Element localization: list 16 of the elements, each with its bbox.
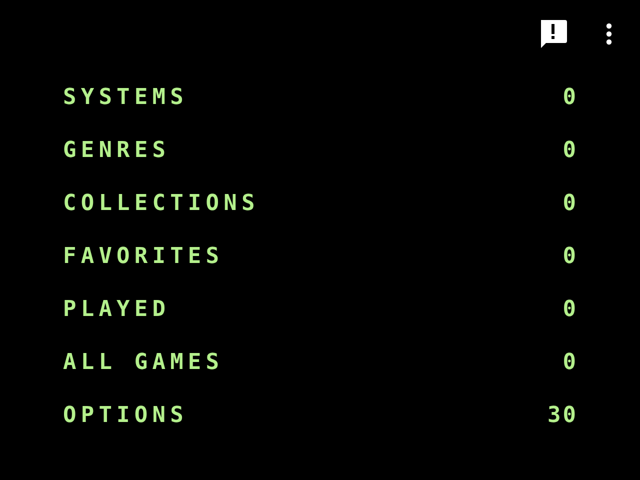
menu-item[interactable]: FAVORITES bbox=[63, 244, 224, 268]
item-count: 0 bbox=[562, 298, 578, 322]
item-count: 0 bbox=[562, 86, 578, 110]
menu-item[interactable]: SYSTEMS bbox=[63, 86, 188, 110]
menu-item[interactable]: COLLECTIONS bbox=[63, 192, 260, 216]
item-count: 0 bbox=[562, 138, 578, 162]
more-options-icon[interactable] bbox=[606, 23, 612, 45]
menu-item[interactable]: PLAYED bbox=[63, 298, 170, 322]
item-count: 0 bbox=[562, 350, 578, 374]
menu-item[interactable]: ALL GAMES bbox=[63, 350, 224, 374]
item-count: 0 bbox=[562, 244, 578, 268]
feedback-icon[interactable] bbox=[538, 19, 568, 49]
item-count: 30 bbox=[548, 404, 578, 428]
menu-item[interactable]: OPTIONS bbox=[63, 404, 188, 428]
menu-item[interactable]: GENRES bbox=[63, 138, 170, 162]
item-count: 0 bbox=[562, 192, 578, 216]
